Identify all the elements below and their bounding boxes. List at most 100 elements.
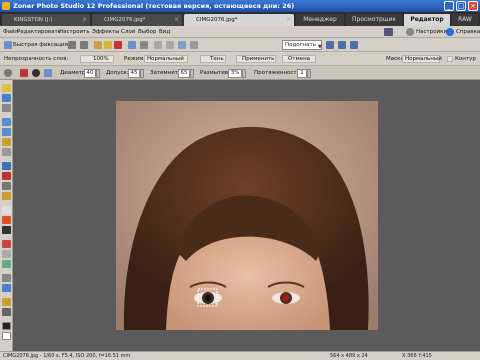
blur-input[interactable]: 3% (228, 69, 242, 78)
clone-tool-icon[interactable] (2, 162, 11, 170)
chevron-down-icon: ▼ (318, 44, 322, 50)
toolbox (0, 80, 13, 351)
sharpen-icon[interactable] (140, 41, 148, 49)
red-eye-tool-icon[interactable] (2, 172, 11, 180)
mode-select[interactable]: Нормальный (147, 52, 184, 66)
blur-stepper[interactable] (242, 69, 246, 78)
menu-file[interactable]: Файл (3, 26, 18, 38)
crop-tool-icon[interactable] (2, 138, 11, 146)
tab-bar: KINGSTON (J:) × CIMG2076.jpg* × CIMG2076… (0, 12, 480, 26)
eyedropper-tool-icon[interactable] (2, 308, 11, 316)
brush-icon[interactable] (32, 69, 40, 77)
contour-checkbox[interactable]: Контур (455, 52, 476, 66)
fill-tool-icon[interactable] (2, 216, 11, 224)
resize-icon[interactable] (128, 41, 136, 49)
selection-tool-icon[interactable] (2, 118, 11, 126)
portrait-photo (116, 101, 378, 330)
hand-tool-icon[interactable] (2, 104, 11, 112)
menu-view[interactable]: Вид (159, 26, 170, 38)
zoom-tool-icon[interactable] (2, 298, 11, 306)
layer-toolbar: Непрозрачность слоя: 100% Режим: Нормаль… (0, 52, 480, 66)
extent-label: Протяженность: (254, 70, 302, 76)
magic-wand-icon[interactable] (2, 84, 11, 92)
apply-button[interactable]: Применить (242, 52, 274, 66)
retouch-tool-icon[interactable] (2, 182, 11, 190)
actual-size-icon[interactable] (338, 41, 346, 49)
tab-close-icon[interactable]: × (82, 14, 87, 26)
tab-cimg2076-1[interactable]: CIMG2076.jpg* × (92, 14, 182, 26)
opacity-label: Непрозрачность слоя: (4, 56, 69, 62)
minimize-button[interactable]: _ (444, 1, 454, 11)
extent-input[interactable]: 1 (297, 69, 307, 78)
status-bar: CIMG2076.jpg - 1/60 s, F5.4, ISO 200, f=… (0, 351, 480, 360)
fit-window-icon[interactable] (326, 41, 334, 49)
crop-icon[interactable] (94, 41, 102, 49)
tab-close-icon[interactable]: × (286, 14, 291, 26)
background-color-swatch[interactable] (2, 332, 11, 340)
line-tool-icon[interactable] (2, 284, 11, 292)
mode-tab-editor[interactable]: Редактор (404, 14, 450, 26)
darken-input[interactable]: 65 (178, 69, 190, 78)
levels-icon[interactable] (104, 41, 112, 49)
status-coords: X:366 Y:415 (402, 353, 432, 359)
rotate-right-icon[interactable] (80, 41, 88, 49)
menu-help[interactable]: Справка (456, 26, 480, 38)
save-icon[interactable] (178, 41, 186, 49)
maximize-button[interactable]: □ (456, 1, 466, 11)
menu-adjust[interactable]: Настроить (59, 26, 90, 38)
eraser-tool-icon[interactable] (2, 206, 11, 214)
straighten-tool-icon[interactable] (2, 148, 11, 156)
menu-effects[interactable]: Эффекты (92, 26, 120, 38)
mode-tab-manager[interactable]: Менеджер (296, 14, 344, 26)
opacity-value[interactable]: 100% (93, 52, 109, 66)
photo-image[interactable] (116, 101, 378, 330)
color-icon[interactable] (114, 41, 122, 49)
tolerance-stepper[interactable] (140, 69, 144, 78)
brush-tool-icon[interactable] (2, 192, 11, 200)
mode-tab-raw[interactable]: RAW (452, 14, 478, 26)
diameter-input[interactable]: 40 (84, 69, 96, 78)
main-toolbar: Быстрая фиксация… Подогнать ▼ (0, 38, 480, 52)
close-button[interactable]: × (468, 1, 478, 11)
tab-label: CIMG2076.jpg* (104, 17, 146, 23)
tab-cimg2076-2[interactable]: CIMG2076.jpg* × (184, 14, 294, 26)
title-bar: Zoner Photo Studio 12 Professional (тест… (0, 0, 480, 12)
mask-select[interactable]: Нормальный (405, 52, 442, 66)
app-logo-icon (2, 2, 10, 10)
menu-layer[interactable]: Слой (121, 26, 135, 38)
move-tool-icon[interactable] (2, 94, 11, 102)
redo-icon[interactable] (166, 41, 174, 49)
fullscreen-icon[interactable] (350, 41, 358, 49)
dodge-tool-icon[interactable] (2, 260, 11, 268)
monitor-icon[interactable] (384, 28, 393, 36)
tab-kingston[interactable]: KINGSTON (J:) × (2, 14, 90, 26)
undo-icon[interactable] (154, 41, 162, 49)
print-icon[interactable] (190, 41, 198, 49)
status-dimensions: 564 x 489 x 24 (330, 353, 368, 359)
menu-settings[interactable]: Настройки (416, 26, 447, 38)
menu-select[interactable]: Выбор (138, 26, 156, 38)
foreground-color-swatch[interactable] (2, 322, 11, 330)
shadow-button[interactable]: Тень (210, 52, 224, 66)
tool-options-bar: Диаметр: 40 Допуск: 45 Затемнить: 65 Раз… (0, 66, 480, 80)
cancel-button[interactable]: Отмена (288, 52, 310, 66)
text-tool-icon[interactable] (2, 226, 11, 234)
darken-stepper[interactable] (190, 69, 194, 78)
gradient-tool-icon[interactable] (2, 274, 11, 282)
diameter-stepper[interactable] (96, 69, 100, 78)
red-eye-icon[interactable] (20, 69, 28, 77)
mode-tab-viewer[interactable]: Просмотрщик (346, 14, 402, 26)
shape-tool-icon[interactable] (2, 240, 11, 248)
gear-icon[interactable] (4, 69, 12, 77)
rotate-left-icon[interactable] (68, 41, 76, 49)
menu-edit[interactable]: Редактировать (17, 26, 61, 38)
tab-close-icon[interactable]: × (174, 14, 179, 26)
extent-stepper[interactable] (307, 69, 311, 78)
smudge-tool-icon[interactable] (2, 250, 11, 258)
tolerance-input[interactable]: 45 (128, 69, 140, 78)
zoom-fit-select[interactable]: Подогнать (282, 40, 322, 50)
help-icon (446, 28, 454, 36)
eye-icon[interactable] (44, 69, 52, 77)
quick-fix-button[interactable]: Быстрая фиксация… (13, 38, 73, 52)
lasso-tool-icon[interactable] (2, 128, 11, 136)
